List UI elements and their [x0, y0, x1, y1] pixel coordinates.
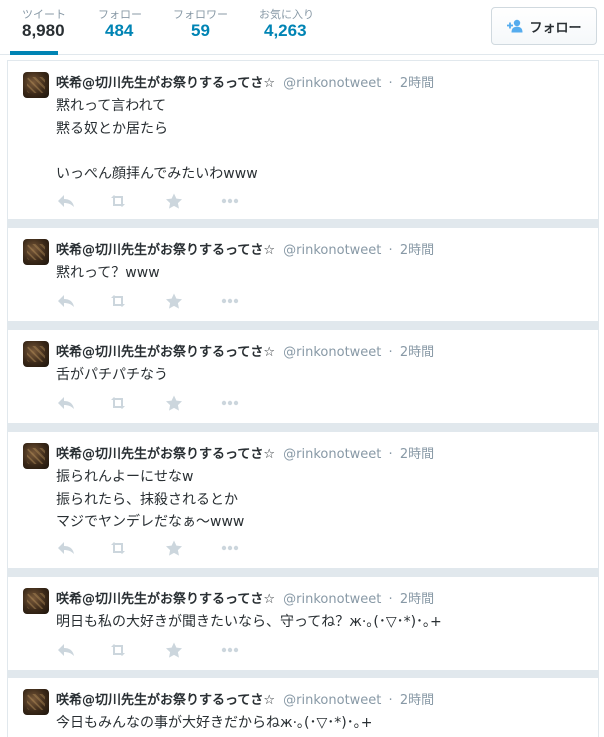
- more-icon[interactable]: [220, 192, 240, 210]
- tweet-timeline: 咲希@切川先生がお祭りするってさ☆ @rinkonotweet · 2時間 黙れ…: [7, 60, 599, 737]
- tweet-header: 咲希@切川先生がお祭りするってさ☆ @rinkonotweet · 2時間: [56, 72, 434, 91]
- timestamp[interactable]: 2時間: [400, 592, 434, 607]
- tweet-text: 舌がパチパチなう: [56, 364, 586, 387]
- tweet-actions: [56, 192, 356, 210]
- user-name[interactable]: 咲希@切川先生がお祭りするってさ☆: [56, 243, 275, 258]
- tweet[interactable]: 咲希@切川先生がお祭りするってさ☆ @rinkonotweet · 2時間 今日…: [7, 677, 599, 737]
- separator-dot: ·: [388, 345, 393, 360]
- follow-button[interactable]: フォロー: [491, 7, 597, 45]
- tweet-line: マジでヤンデレだなぁ〜www: [56, 514, 245, 530]
- retweet-icon[interactable]: [108, 539, 128, 557]
- stat-favorites-value: 4,263: [264, 21, 307, 40]
- timestamp[interactable]: 2時間: [400, 693, 434, 708]
- timestamp[interactable]: 2時間: [400, 345, 434, 360]
- tweet-line: 振られんよーにせなw: [56, 469, 194, 485]
- tweet-actions: [56, 292, 356, 310]
- tweet[interactable]: 咲希@切川先生がお祭りするってさ☆ @rinkonotweet · 2時間 黙れ…: [7, 60, 599, 220]
- favorite-icon[interactable]: [164, 539, 184, 557]
- tweet-header: 咲希@切川先生がお祭りするってさ☆ @rinkonotweet · 2時間: [56, 341, 434, 360]
- reply-icon[interactable]: [56, 292, 76, 310]
- tweet-header: 咲希@切川先生がお祭りするってさ☆ @rinkonotweet · 2時間: [56, 588, 434, 607]
- avatar[interactable]: [23, 72, 49, 98]
- more-icon[interactable]: [220, 394, 240, 412]
- tweet-header: 咲希@切川先生がお祭りするってさ☆ @rinkonotweet · 2時間: [56, 689, 434, 708]
- tweet[interactable]: 咲希@切川先生がお祭りするってさ☆ @rinkonotweet · 2時間 明日…: [7, 576, 599, 671]
- tweet-text: 今日もみんなの事が大好きだからねж·｡(･▽･*)･｡+: [56, 712, 586, 735]
- timestamp[interactable]: 2時間: [400, 243, 434, 258]
- avatar[interactable]: [23, 341, 49, 367]
- tweet-text: 振られんよーにせなw 振られたら、抹殺されるとか マジでヤンデレだなぁ〜www: [56, 466, 586, 534]
- stat-following-label: フォロー: [98, 8, 142, 21]
- tweet[interactable]: 咲希@切川先生がお祭りするってさ☆ @rinkonotweet · 2時間 舌が…: [7, 329, 599, 424]
- stat-followers-value: 59: [191, 21, 210, 40]
- follow-button-label: フォロー: [529, 20, 582, 36]
- tweet-line: 振られたら、抹殺されるとか: [56, 491, 238, 508]
- retweet-icon[interactable]: [108, 292, 128, 310]
- separator-dot: ·: [388, 243, 393, 258]
- stat-following-value: 484: [105, 21, 134, 40]
- favorite-icon[interactable]: [164, 192, 184, 210]
- retweet-icon[interactable]: [108, 394, 128, 412]
- stat-favorites-label: お気に入り: [259, 8, 314, 21]
- favorite-icon[interactable]: [164, 641, 184, 659]
- favorite-icon[interactable]: [164, 292, 184, 310]
- tweet-line: 舌がパチパチなう: [56, 367, 168, 383]
- active-tab-underline: [10, 51, 58, 55]
- more-icon[interactable]: [220, 641, 240, 659]
- tweet-text: 明日も私の大好きが聞きたいなら、守ってね？ж·｡(･▽･*)･｡+: [56, 611, 586, 634]
- profile-stats-bar: ツイート 8,980 フォロー 484 フォロワー 59 お気に入り 4,263…: [0, 0, 604, 55]
- more-icon[interactable]: [220, 292, 240, 310]
- retweet-icon[interactable]: [108, 641, 128, 659]
- separator-dot: ·: [388, 592, 393, 607]
- user-handle[interactable]: @rinkonotweet: [283, 693, 381, 708]
- tweet-actions: [56, 539, 356, 557]
- avatar[interactable]: [23, 443, 49, 469]
- tweet-actions: [56, 394, 356, 412]
- more-icon[interactable]: [220, 539, 240, 557]
- retweet-icon[interactable]: [108, 192, 128, 210]
- reply-icon[interactable]: [56, 641, 76, 659]
- user-name[interactable]: 咲希@切川先生がお祭りするってさ☆: [56, 592, 275, 607]
- tweet-actions: [56, 641, 356, 659]
- tweet-text: 黙れって？www: [56, 262, 586, 285]
- user-handle[interactable]: @rinkonotweet: [283, 447, 381, 462]
- user-name[interactable]: 咲希@切川先生がお祭りするってさ☆: [56, 693, 275, 708]
- user-handle[interactable]: @rinkonotweet: [283, 592, 381, 607]
- avatar[interactable]: [23, 588, 49, 614]
- tweet[interactable]: 咲希@切川先生がお祭りするってさ☆ @rinkonotweet · 2時間 黙れ…: [7, 227, 599, 322]
- separator-dot: ·: [388, 693, 393, 708]
- stat-tweets-value: 8,980: [22, 21, 65, 40]
- reply-icon[interactable]: [56, 539, 76, 557]
- tweet-line: 今日もみんなの事が大好きだからねж·｡(･▽･*)･｡+: [56, 715, 373, 731]
- tweet-header: 咲希@切川先生がお祭りするってさ☆ @rinkonotweet · 2時間: [56, 239, 434, 258]
- user-name[interactable]: 咲希@切川先生がお祭りするってさ☆: [56, 76, 275, 91]
- separator-dot: ·: [388, 76, 393, 91]
- user-handle[interactable]: @rinkonotweet: [283, 76, 381, 91]
- separator-dot: ·: [388, 447, 393, 462]
- reply-icon[interactable]: [56, 394, 76, 412]
- stat-tweets-label: ツイート: [22, 8, 66, 21]
- tweet-line: 黙る奴とか居たら: [56, 120, 168, 137]
- avatar[interactable]: [23, 689, 49, 715]
- timestamp[interactable]: 2時間: [400, 447, 434, 462]
- reply-icon[interactable]: [56, 192, 76, 210]
- tweet-line: 黙れって言われて: [56, 98, 167, 114]
- add-user-icon: [506, 19, 524, 33]
- user-name[interactable]: 咲希@切川先生がお祭りするってさ☆: [56, 345, 275, 360]
- tweet-header: 咲希@切川先生がお祭りするってさ☆ @rinkonotweet · 2時間: [56, 443, 434, 462]
- avatar[interactable]: [23, 239, 49, 265]
- user-name[interactable]: 咲希@切川先生がお祭りするってさ☆: [56, 447, 275, 462]
- user-handle[interactable]: @rinkonotweet: [283, 345, 381, 360]
- tweet-line: 黙れって？www: [56, 265, 160, 281]
- stat-followers-label: フォロワー: [173, 8, 228, 21]
- tweet-line: 明日も私の大好きが聞きたいなら、守ってね？ж·｡(･▽･*)･｡+: [56, 614, 442, 630]
- tweet-line: いっぺん顔拝んでみたいわwww: [56, 165, 258, 182]
- tweet[interactable]: 咲希@切川先生がお祭りするってさ☆ @rinkonotweet · 2時間 振ら…: [7, 431, 599, 569]
- user-handle[interactable]: @rinkonotweet: [283, 243, 381, 258]
- tweet-line: [56, 140, 586, 163]
- timestamp[interactable]: 2時間: [400, 76, 434, 91]
- tweet-text: 黙れって言われて 黙る奴とか居たら いっぺん顔拝んでみたいわwww: [56, 95, 586, 185]
- favorite-icon[interactable]: [164, 394, 184, 412]
